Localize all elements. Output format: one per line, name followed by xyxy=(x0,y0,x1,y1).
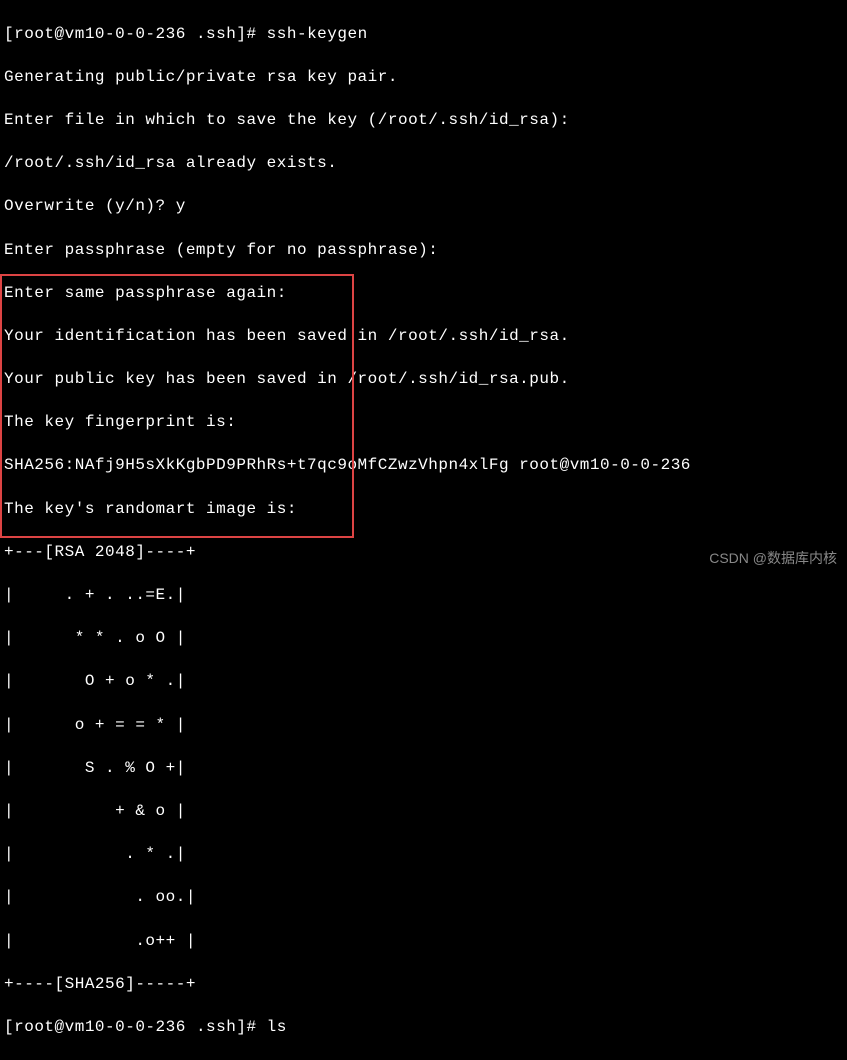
output-enter-file: Enter file in which to save the key (/ro… xyxy=(4,110,843,132)
terminal-output[interactable]: [root@vm10-0-0-236 .ssh]# ssh-keygen Gen… xyxy=(4,2,843,1060)
prompt-bracket-open: [ xyxy=(4,25,14,43)
user-input-y: y xyxy=(176,197,186,215)
output-fingerprint-label: The key fingerprint is: xyxy=(4,412,843,434)
randomart-line-5: | o + = = * | xyxy=(4,715,843,737)
output-generating: Generating public/private rsa key pair. xyxy=(4,67,843,89)
output-same-passphrase: Enter same passphrase again: xyxy=(4,283,843,305)
randomart-line-2: | . + . ..=E.| xyxy=(4,585,843,607)
output-overwrite-prompt: Overwrite (y/n)? xyxy=(4,197,176,215)
randomart-line-11: +----[SHA256]-----+ xyxy=(4,974,843,996)
prompt-bracket-close: ]# xyxy=(236,25,266,43)
output-pubkey-saved: Your public key has been saved in /root/… xyxy=(4,369,843,391)
output-identification-saved: Your identification has been saved in /r… xyxy=(4,326,843,348)
randomart-line-8: | . * .| xyxy=(4,844,843,866)
randomart-line-7: | + & o | xyxy=(4,801,843,823)
randomart-line-6: | S . % O +| xyxy=(4,758,843,780)
prompt-bracket-open: [ xyxy=(4,1018,14,1036)
output-fingerprint-value: SHA256:NAfj9H5sXkKgbPD9PRhRs+t7qc9oMfCZw… xyxy=(4,455,843,477)
output-already-exists: /root/.ssh/id_rsa already exists. xyxy=(4,153,843,175)
randomart-line-3: | * * . o O | xyxy=(4,628,843,650)
randomart-line-10: | .o++ | xyxy=(4,931,843,953)
prompt-user-host: root@vm10-0-0-236 .ssh xyxy=(14,1018,236,1036)
randomart-line-9: | . oo.| xyxy=(4,887,843,909)
output-randomart-label: The key's randomart image is: xyxy=(4,499,843,521)
output-enter-passphrase: Enter passphrase (empty for no passphras… xyxy=(4,240,843,262)
prompt-line-1: [root@vm10-0-0-236 .ssh]# ssh-keygen xyxy=(4,24,843,46)
prompt-line-2: [root@vm10-0-0-236 .ssh]# ls xyxy=(4,1017,843,1039)
prompt-user-host: root@vm10-0-0-236 .ssh xyxy=(14,25,236,43)
command-ls: ls xyxy=(267,1018,287,1036)
csdn-watermark: CSDN @数据库内核 xyxy=(709,549,837,568)
prompt-bracket-close: ]# xyxy=(236,1018,266,1036)
randomart-line-4: | O + o * .| xyxy=(4,671,843,693)
output-overwrite-line: Overwrite (y/n)? y xyxy=(4,196,843,218)
command-ssh-keygen: ssh-keygen xyxy=(267,25,368,43)
